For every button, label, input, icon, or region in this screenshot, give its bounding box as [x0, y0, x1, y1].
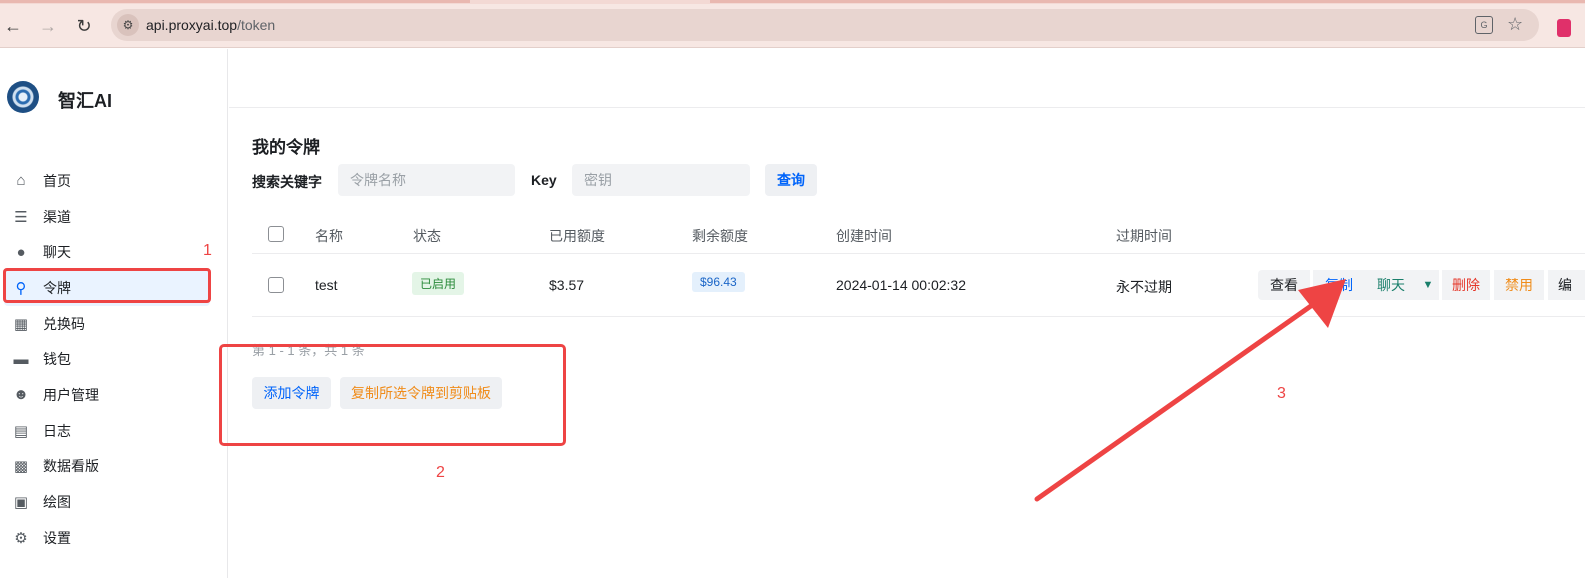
query-button[interactable]: 查询	[765, 164, 817, 196]
row-checkbox[interactable]	[268, 277, 284, 293]
created-time: 2024-01-14 00:02:32	[836, 277, 966, 293]
select-all-checkbox[interactable]	[268, 226, 284, 242]
used-quota: $3.57	[549, 277, 585, 293]
sidebar-item-label: 设置	[43, 529, 71, 546]
sidebar-item-home[interactable]: ⌂ 首页	[0, 163, 228, 199]
sidebar-item-channels[interactable]: ☰ 渠道	[0, 199, 228, 235]
chat-icon: ●	[16, 243, 26, 261]
chevron-down-icon[interactable]: ▼	[1417, 270, 1439, 300]
column-header-name[interactable]: 名称	[315, 226, 343, 246]
sidebar-item-label: 钱包	[43, 351, 71, 368]
sidebar-item-label: 渠道	[43, 208, 71, 225]
remaining-quota-badge: $96.43	[692, 272, 745, 292]
sidebar-menu: ⌂ 首页 ☰ 渠道 ● 聊天 ⚲ 令牌 ▦ 兑换码 ▬ 钱包 ☻ 用户管理 ▤	[0, 163, 228, 556]
sidebar-item-label: 日志	[43, 422, 71, 439]
browser-tab[interactable]	[0, 0, 470, 3]
edit-button[interactable]: 编	[1548, 270, 1585, 300]
reload-icon[interactable]: ↻	[71, 13, 97, 39]
bar-chart-icon: ▤	[13, 422, 29, 440]
site-settings-icon[interactable]: ⚙	[117, 14, 139, 36]
annotation-box-2	[219, 344, 566, 446]
sidebar-item-chat[interactable]: ● 聊天	[0, 234, 228, 270]
table-header: 名称 状态 已用额度 剩余额度 创建时间 过期时间	[252, 213, 1585, 254]
image-icon: ▣	[13, 494, 29, 512]
sidebar-item-label: 兑换码	[43, 315, 85, 332]
sidebar-item-drawing[interactable]: ▣ 绘图	[0, 484, 228, 520]
column-header-expires[interactable]: 过期时间	[1116, 226, 1172, 246]
url-host: api.proxyai.top	[146, 17, 238, 33]
sidebar-item-logs[interactable]: ▤ 日志	[0, 413, 228, 449]
annotation-number-2: 2	[436, 464, 445, 481]
sidebar-item-label: 聊天	[43, 244, 71, 261]
annotation-box-1	[3, 268, 211, 303]
bookmark-star-icon[interactable]: ☆	[1507, 14, 1523, 35]
column-header-created[interactable]: 创建时间	[836, 226, 892, 246]
layers-icon: ☰	[14, 208, 28, 226]
disable-button[interactable]: 禁用	[1494, 270, 1544, 300]
key-label: Key	[531, 172, 557, 188]
browser-tab[interactable]	[710, 0, 1585, 3]
top-header	[229, 49, 1585, 108]
wallet-icon: ▬	[13, 350, 29, 368]
delete-button[interactable]: 删除	[1442, 270, 1490, 300]
address-bar[interactable]: ⚙ api.proxyai.top/token G ☆	[111, 9, 1539, 41]
column-header-status[interactable]: 状态	[413, 226, 441, 246]
sidebar-item-label: 绘图	[43, 494, 71, 511]
token-name: test	[315, 277, 338, 293]
sidebar-item-dashboard[interactable]: ▩ 数据看版	[0, 449, 228, 485]
sidebar-item-label: 数据看版	[43, 458, 99, 475]
key-input[interactable]	[572, 164, 750, 196]
sidebar-item-wallet[interactable]: ▬ 钱包	[0, 341, 228, 377]
expire-time: 永不过期	[1116, 279, 1172, 295]
token-name-input[interactable]	[338, 164, 515, 196]
home-icon: ⌂	[16, 172, 26, 190]
sidebar-item-label: 首页	[43, 172, 71, 189]
sidebar-item-settings[interactable]: ⚙ 设置	[0, 520, 228, 556]
sidebar: 智汇AI ⌂ 首页 ☰ 渠道 ● 聊天 ⚲ 令牌 ▦ 兑换码 ▬ 钱包 ☻ 用户…	[0, 49, 228, 578]
column-header-remaining[interactable]: 剩余额度	[692, 226, 748, 246]
sidebar-item-users[interactable]: ☻ 用户管理	[0, 377, 228, 413]
annotation-number-3: 3	[1277, 385, 1286, 402]
view-button[interactable]: 查看	[1258, 270, 1310, 300]
url-text[interactable]: api.proxyai.top/token	[146, 17, 275, 33]
url-path: /token	[237, 17, 276, 33]
sidebar-item-label: 用户管理	[43, 386, 99, 403]
copy-button[interactable]: 复制	[1313, 270, 1365, 300]
user-icon: ☻	[13, 386, 29, 404]
sidebar-item-redeem[interactable]: ▦ 兑换码	[0, 306, 228, 342]
browser-toolbar: ← → ↻ ⚙ api.proxyai.top/token G ☆	[0, 4, 1585, 48]
extension-icon[interactable]	[1557, 19, 1571, 37]
column-header-used[interactable]: 已用额度	[549, 226, 605, 246]
page-title: 我的令牌	[252, 138, 320, 157]
gear-icon: ⚙	[14, 529, 28, 547]
forward-icon[interactable]: →	[35, 13, 61, 39]
chat-button[interactable]: 聊天	[1365, 270, 1417, 300]
gift-icon: ▦	[13, 315, 29, 333]
translate-icon[interactable]: G	[1475, 16, 1493, 34]
brand-logo	[7, 81, 39, 113]
brand-name: 智汇AI	[58, 91, 112, 111]
annotation-number-1: 1	[203, 242, 212, 259]
search-keyword-label: 搜索关键字	[252, 174, 322, 190]
status-badge: 已启用	[412, 272, 465, 295]
back-icon[interactable]: ←	[0, 13, 26, 39]
table-row: test 已启用 $3.57 $96.43 2024-01-14 00:02:3…	[252, 254, 1585, 317]
dashboard-icon: ▩	[13, 458, 29, 476]
